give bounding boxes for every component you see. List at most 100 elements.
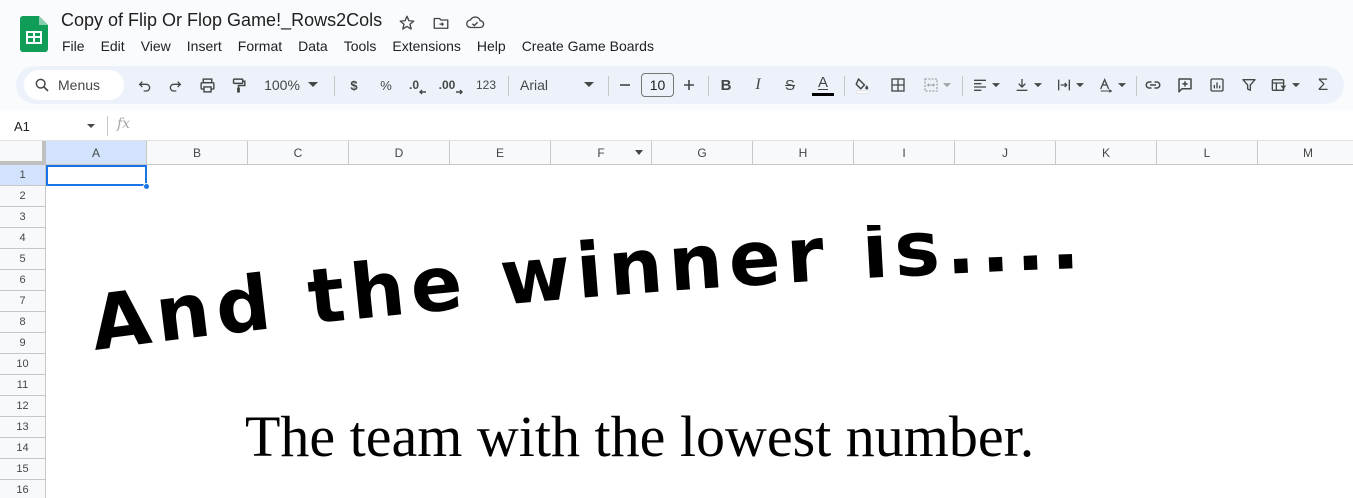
row-header[interactable]: 2 <box>0 186 46 207</box>
chart-icon <box>1210 78 1224 92</box>
text-wrapping-button[interactable] <box>1052 66 1088 104</box>
row-header[interactable]: 16 <box>0 480 46 498</box>
print-icon <box>199 77 215 93</box>
column-header[interactable]: E <box>450 141 551 165</box>
chevron-down-icon <box>584 82 594 87</box>
toolbar-divider <box>508 76 509 96</box>
undo-button[interactable] <box>132 66 158 104</box>
zoom-select[interactable]: 100% <box>256 66 326 104</box>
fx-icon: fx <box>117 116 131 132</box>
toolbar-divider <box>608 76 609 96</box>
row-header[interactable]: 11 <box>0 375 46 396</box>
move-folder-icon[interactable] <box>430 12 452 34</box>
column-header[interactable]: K <box>1056 141 1157 165</box>
decrease-font-size-button[interactable] <box>614 66 636 104</box>
fill-handle[interactable] <box>143 183 150 190</box>
percent-format-button[interactable]: % <box>374 66 398 104</box>
column-header[interactable]: G <box>652 141 753 165</box>
menu-format[interactable]: Format <box>230 36 290 56</box>
strikethrough-button[interactable]: S <box>778 66 802 104</box>
row-header[interactable]: 3 <box>0 207 46 228</box>
insert-chart-button[interactable] <box>1204 66 1230 104</box>
chevron-down-icon <box>943 82 951 87</box>
menu-create-game-boards[interactable]: Create Game Boards <box>514 36 662 56</box>
row-header[interactable]: 9 <box>0 333 46 354</box>
column-header-f[interactable]: F <box>551 141 652 165</box>
borders-button[interactable] <box>886 66 910 104</box>
menu-file[interactable]: File <box>54 36 93 56</box>
increase-font-size-button[interactable] <box>678 66 700 104</box>
text-color-swatch <box>812 92 834 96</box>
merge-cells-button[interactable] <box>918 66 956 104</box>
italic-button[interactable]: I <box>746 66 770 104</box>
functions-button[interactable]: Σ <box>1310 66 1336 104</box>
name-box[interactable]: A1 <box>8 115 100 137</box>
wordart-drawing[interactable]: And the winner is.... <box>85 225 1250 360</box>
column-header[interactable]: C <box>248 141 349 165</box>
bold-button[interactable]: B <box>714 66 738 104</box>
font-size-input[interactable]: 10 <box>641 73 674 97</box>
vertical-align-button[interactable] <box>1010 66 1046 104</box>
select-all-corner[interactable] <box>0 141 46 165</box>
row-header[interactable]: 5 <box>0 249 46 270</box>
menu-data[interactable]: Data <box>290 36 336 56</box>
column-header[interactable]: H <box>753 141 854 165</box>
column-header[interactable]: I <box>854 141 955 165</box>
row-header[interactable]: 4 <box>0 228 46 249</box>
column-header[interactable]: D <box>349 141 450 165</box>
row-header[interactable]: 12 <box>0 396 46 417</box>
text-rotation-button[interactable] <box>1094 66 1130 104</box>
text-color-button[interactable]: A <box>810 66 836 104</box>
menu-extensions[interactable]: Extensions <box>384 36 468 56</box>
toolbar-divider <box>962 76 963 96</box>
row-header[interactable]: 6 <box>0 270 46 291</box>
currency-format-button[interactable]: $ <box>342 66 366 104</box>
column-header[interactable]: A <box>46 141 147 165</box>
cloud-saved-icon[interactable] <box>464 12 486 34</box>
star-icon[interactable] <box>396 12 418 34</box>
fill-color-button[interactable] <box>850 66 876 104</box>
menu-help[interactable]: Help <box>469 36 514 56</box>
redo-button[interactable] <box>162 66 188 104</box>
column-dropdown-icon[interactable] <box>635 150 643 155</box>
plus-icon <box>684 80 694 90</box>
row-header[interactable]: 10 <box>0 354 46 375</box>
menu-view[interactable]: View <box>133 36 179 56</box>
menu-edit[interactable]: Edit <box>93 36 133 56</box>
menu-tools[interactable]: Tools <box>336 36 385 56</box>
row-header[interactable]: 13 <box>0 417 46 438</box>
more-formats-button[interactable]: 123 <box>470 66 502 104</box>
row-header[interactable]: 1 <box>0 165 46 186</box>
create-filter-button[interactable] <box>1236 66 1262 104</box>
search-icon <box>35 78 49 92</box>
insert-comment-button[interactable] <box>1172 66 1198 104</box>
row-header[interactable]: 7 <box>0 291 46 312</box>
column-header[interactable]: M <box>1258 141 1353 165</box>
row-header[interactable]: 8 <box>0 312 46 333</box>
print-button[interactable] <box>194 66 220 104</box>
column-header[interactable]: J <box>955 141 1056 165</box>
merge-cells-icon <box>924 78 938 92</box>
horizontal-align-button[interactable] <box>968 66 1004 104</box>
column-header[interactable]: L <box>1157 141 1258 165</box>
subtitle-drawing-text[interactable]: The team with the lowest number. <box>245 403 1034 470</box>
chevron-down-icon <box>992 82 1000 87</box>
row-header[interactable]: 14 <box>0 438 46 459</box>
title-bar: Copy of Flip Or Flop Game!_Rows2Cols Fil… <box>0 0 1353 62</box>
link-icon <box>1145 81 1161 89</box>
filter-views-button[interactable] <box>1266 66 1304 104</box>
chevron-down-icon <box>1034 82 1042 87</box>
increase-decimal-button[interactable]: .00 <box>436 66 466 104</box>
decrease-decimal-button[interactable]: .0 <box>404 66 432 104</box>
sheets-logo-icon[interactable] <box>20 16 48 52</box>
search-menus-button[interactable]: Menus <box>24 70 124 100</box>
font-family-value: Arial <box>520 77 549 93</box>
column-header[interactable]: B <box>147 141 248 165</box>
selected-cell-a1[interactable] <box>46 165 147 186</box>
row-header[interactable]: 15 <box>0 459 46 480</box>
document-title[interactable]: Copy of Flip Or Flop Game!_Rows2Cols <box>61 10 382 31</box>
menu-insert[interactable]: Insert <box>179 36 230 56</box>
paint-format-button[interactable] <box>225 66 251 104</box>
insert-link-button[interactable] <box>1140 66 1166 104</box>
font-family-select[interactable]: Arial <box>516 66 598 104</box>
